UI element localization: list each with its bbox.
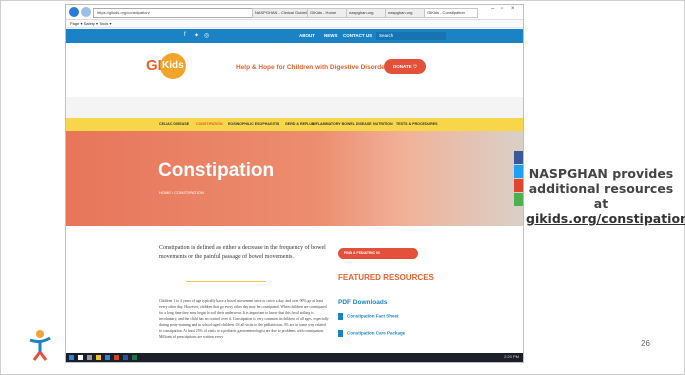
- share-print-icon[interactable]: [514, 193, 523, 206]
- pdf-heading: PDF Downloads: [338, 299, 388, 306]
- divider: [186, 281, 266, 282]
- slide-annotation: NASPGHAN provides additional resources a…: [526, 166, 685, 226]
- search-icon[interactable]: [78, 355, 83, 360]
- hero-banner: Constipation HOME / CONSTIPATION: [66, 131, 523, 226]
- taskview-icon[interactable]: [87, 355, 92, 360]
- site-header: GIKids Help & Hope for Children with Dig…: [66, 43, 523, 97]
- share-pinterest-icon[interactable]: [514, 179, 523, 192]
- favorites-bar: Page ▾ Safety ▾ Tools ▾: [66, 20, 523, 28]
- share-facebook-icon[interactable]: [514, 151, 523, 164]
- breadcrumb: HOME / CONSTIPATION: [159, 190, 204, 195]
- menu-tests[interactable]: TESTS & PROCEDURES: [396, 122, 438, 126]
- slide: https://gikids.org/constipation/ NASPGHA…: [0, 0, 685, 375]
- menu-celiac[interactable]: CELIAC DISEASE: [159, 122, 189, 126]
- forward-icon[interactable]: [81, 7, 91, 17]
- pdf-link-label: Constipation Fact Sheet: [347, 313, 399, 319]
- close-icon[interactable]: ×: [511, 6, 515, 12]
- maximize-icon[interactable]: ▫: [501, 6, 503, 12]
- address-bar[interactable]: https://gikids.org/constipation/: [93, 8, 253, 18]
- share-twitter-icon[interactable]: [514, 165, 523, 178]
- main-content: Constipation is defined as either a decr…: [66, 226, 523, 353]
- taskbar-clock: 2:20 PM: [504, 354, 519, 359]
- twitter-icon[interactable]: ✦: [194, 32, 199, 39]
- embedded-browser-screenshot: https://gikids.org/constipation/ NASPGHA…: [65, 4, 524, 363]
- note-line: NASPGHAN provides: [528, 166, 674, 181]
- site-search-input[interactable]: Search: [376, 32, 446, 40]
- nav-news[interactable]: NEWS: [324, 33, 338, 38]
- page-number: 26: [641, 339, 650, 348]
- tab[interactable]: GIKids - Home: [307, 8, 349, 18]
- site-top-nav: f ✦ ◎ ABOUT NEWS CONTACT US Search: [66, 29, 523, 43]
- nav-about[interactable]: ABOUT: [299, 33, 315, 38]
- site-tagline: Help & Hope for Children with Digestive …: [236, 64, 391, 71]
- browser-titlebar: https://gikids.org/constipation/ NASPGHA…: [66, 5, 523, 20]
- pdf-link-label: Constipation Care Package: [347, 330, 406, 336]
- donate-label: DONATE: [393, 64, 412, 69]
- tab[interactable]: naspghan.org: [385, 8, 427, 18]
- word-icon[interactable]: [123, 355, 128, 360]
- find-pediatric-gi-button[interactable]: FIND A PEDIATRIC GI: [338, 248, 418, 259]
- pdf-link[interactable]: Constipation Care Package: [338, 330, 405, 337]
- pdf-icon: [338, 313, 343, 320]
- tab-active[interactable]: GIKids - Constipation: [424, 8, 478, 18]
- heart-icon: ♡: [412, 64, 417, 69]
- menu-nutrition[interactable]: NUTRITION: [373, 122, 393, 126]
- intro-text: Constipation is defined as either a decr…: [159, 245, 326, 260]
- note-line: additional resources at: [528, 181, 674, 211]
- gikids-logo[interactable]: GIKids: [146, 53, 186, 79]
- donate-button[interactable]: DONATE ♡: [384, 59, 426, 74]
- powerpoint-icon[interactable]: [114, 355, 119, 360]
- tab[interactable]: NASPGHAN - Clinical Guidelin...: [252, 8, 310, 18]
- excel-icon[interactable]: [132, 355, 137, 360]
- facebook-icon[interactable]: f: [184, 32, 186, 38]
- nav-contact[interactable]: CONTACT US: [343, 33, 372, 38]
- minimize-icon[interactable]: –: [491, 6, 494, 12]
- site-menu: CELIAC DISEASE CONSTIPATION EOSINOPHILIC…: [66, 118, 523, 131]
- pdf-icon: [338, 330, 343, 337]
- menu-constipation[interactable]: CONSTIPATION: [196, 122, 223, 126]
- menu-eoe[interactable]: EOSINOPHILIC ESOPHAGITIS: [228, 122, 279, 126]
- start-icon[interactable]: [69, 355, 74, 360]
- pdf-link[interactable]: Constipation Fact Sheet: [338, 313, 399, 320]
- body-text: Children 1 to 4 years of age typically h…: [159, 299, 329, 339]
- page-title: Constipation: [158, 160, 275, 181]
- back-icon[interactable]: [69, 7, 79, 17]
- featured-heading: FEATURED RESOURCES: [338, 273, 434, 282]
- folder-icon[interactable]: [96, 355, 101, 360]
- browser-icon[interactable]: [105, 355, 110, 360]
- naspghan-figure-logo: [29, 330, 51, 361]
- menu-gerd[interactable]: GERD & REFLUX: [285, 122, 314, 126]
- windows-taskbar: 2:20 PM: [66, 353, 523, 362]
- tab[interactable]: naspghan.org: [346, 8, 388, 18]
- gikids-link[interactable]: gikids.org/constipation: [526, 211, 685, 226]
- menu-ibd[interactable]: INFLAMMATORY BOWEL DISEASE: [312, 122, 372, 126]
- instagram-icon[interactable]: ◎: [204, 32, 209, 39]
- logo-circle: Kids: [159, 53, 186, 79]
